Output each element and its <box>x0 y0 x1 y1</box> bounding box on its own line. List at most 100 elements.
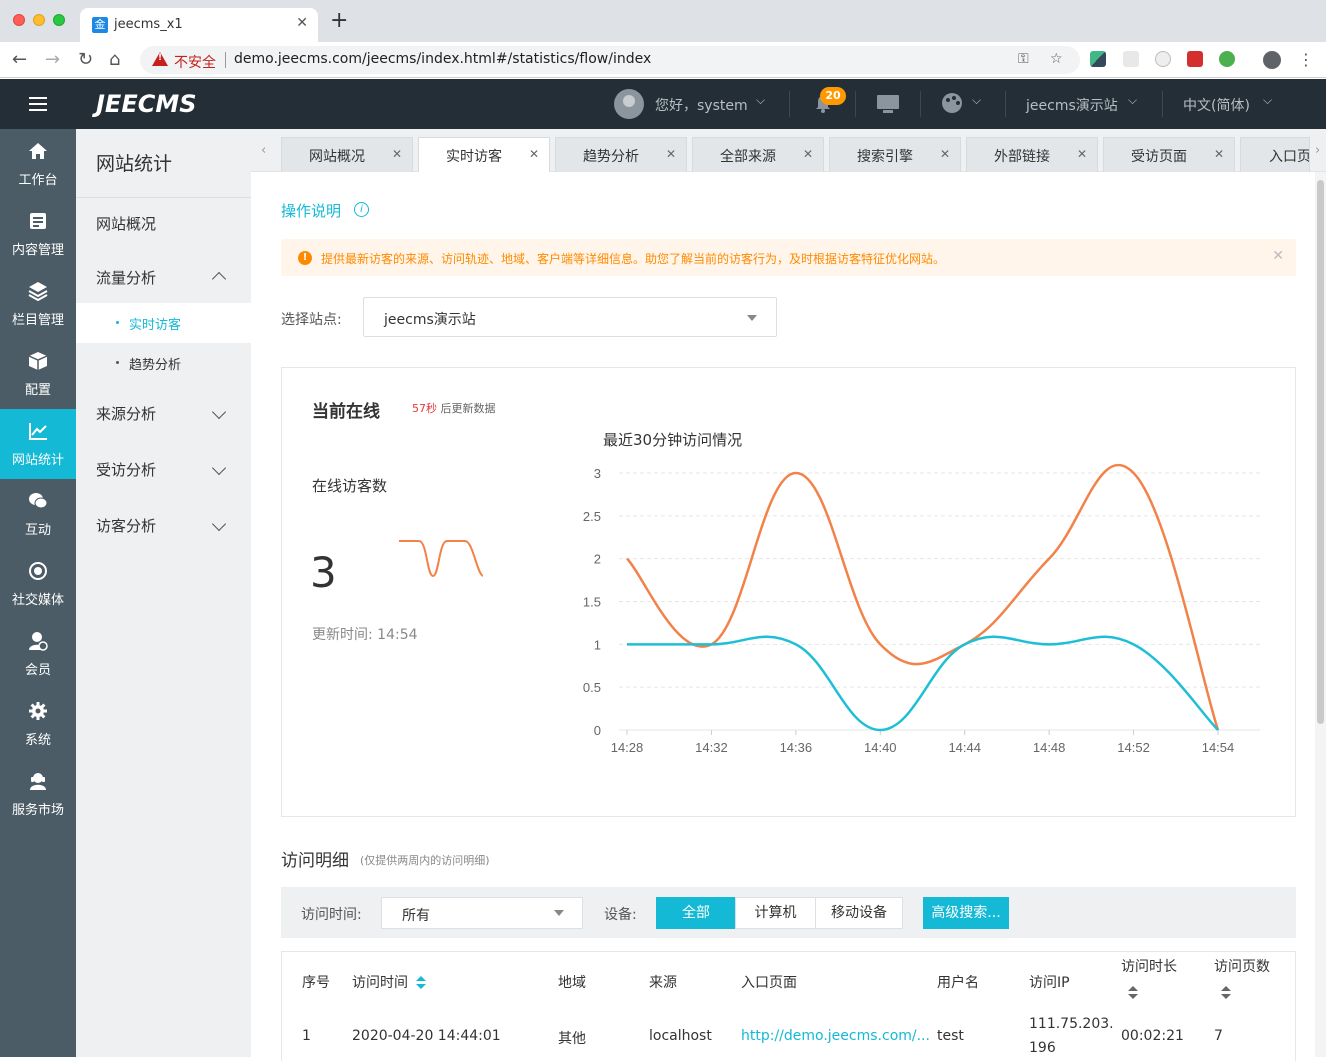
minimize-window-button[interactable] <box>33 14 45 26</box>
tabs-scroll-left-icon[interactable]: ‹ <box>261 143 266 158</box>
close-tab-icon[interactable]: ✕ <box>940 147 950 161</box>
gear-icon <box>29 702 47 720</box>
tab-overview[interactable]: 网站概况 ✕ <box>281 137 413 172</box>
close-tab-icon[interactable]: ✕ <box>666 147 676 161</box>
y-tick-label: 1.5 <box>583 595 601 610</box>
time-filter-label: 访问时间: <box>301 907 362 923</box>
rail-item-interaction[interactable]: 互动 <box>0 479 76 549</box>
user-greeting[interactable]: 您好，system <box>655 95 748 115</box>
column-header-time[interactable]: 访问时间 <box>352 972 408 992</box>
tab-entry-pages[interactable]: 入口页 <box>1240 137 1310 172</box>
column-header-duration[interactable]: 访问时长 <box>1121 956 1177 976</box>
vue-devtools-icon[interactable] <box>1090 51 1106 67</box>
tabs-scroll-right-icon[interactable]: › <box>1315 143 1320 158</box>
subnav-item-flow[interactable]: 流量分析 <box>96 267 156 288</box>
tab-trend[interactable]: 趋势分析 ✕ <box>555 137 687 172</box>
chevron-down-icon[interactable]: ⌵ <box>1128 93 1137 108</box>
page-scrollbar[interactable] <box>1315 172 1326 1057</box>
chevron-down-icon[interactable]: ⌵ <box>756 93 765 108</box>
close-icon[interactable]: ✕ <box>1272 248 1284 264</box>
rail-item-member[interactable]: 会员 <box>0 619 76 689</box>
fe-helper-icon[interactable] <box>1187 51 1203 67</box>
tab-all-sources[interactable]: 全部来源 ✕ <box>692 137 824 172</box>
close-tab-icon[interactable]: ✕ <box>529 147 539 161</box>
refresh-countdown: 57秒 后更新数据 <box>412 402 496 415</box>
rail-item-statistics[interactable]: 网站统计 <box>0 409 76 479</box>
subnav-item-source[interactable]: 来源分析 <box>96 403 156 424</box>
column-header: 入口页面 <box>741 975 797 991</box>
home-page-icon[interactable]: ⌂ <box>109 50 120 70</box>
advanced-search-button[interactable]: 高级搜索... <box>923 897 1009 929</box>
language-switcher[interactable]: 中文(简体) <box>1183 95 1250 115</box>
address-bar: ← → ↻ ⌂ 不安全 demo.jeecms.com/jeecms/index… <box>0 42 1326 78</box>
notification-badge: 20 <box>820 87 846 105</box>
close-tab-icon[interactable]: ✕ <box>1077 147 1087 161</box>
back-icon[interactable]: ← <box>12 50 27 70</box>
tab-external-links[interactable]: 外部链接 ✕ <box>966 137 1098 172</box>
browser-menu-icon[interactable]: ⋮ <box>1298 50 1314 70</box>
new-tab-button[interactable]: + <box>330 10 348 32</box>
subnav-item-visited[interactable]: 受访分析 <box>96 459 156 480</box>
forward-icon[interactable]: → <box>45 50 60 70</box>
chevron-down-icon[interactable]: ⌵ <box>1263 93 1272 108</box>
rail-item-config[interactable]: 配置 <box>0 339 76 409</box>
globe-extension-icon[interactable] <box>1219 51 1235 67</box>
monitor-icon[interactable] <box>877 95 899 113</box>
profile-icon[interactable] <box>1263 51 1281 69</box>
close-tab-icon[interactable]: ✕ <box>1214 147 1224 161</box>
rail-item-workbench[interactable]: 工作台 <box>0 129 76 199</box>
subnav-item-realtime[interactable]: 实时访客 <box>76 303 251 343</box>
tab-visited-pages[interactable]: 受访页面 ✕ <box>1103 137 1235 172</box>
maximize-window-button[interactable] <box>53 14 65 26</box>
rail-item-content[interactable]: 内容管理 <box>0 199 76 269</box>
close-window-button[interactable] <box>13 14 25 26</box>
palette-icon[interactable] <box>942 93 962 113</box>
menu-toggle-icon[interactable] <box>29 97 47 111</box>
caret-down-icon <box>747 315 757 321</box>
chevron-up-icon[interactable] <box>211 271 227 287</box>
info-icon[interactable]: i <box>354 202 369 217</box>
online-visitors-label: 在线访客数 <box>312 477 388 495</box>
y-tick-label: 0 <box>594 723 601 738</box>
chevron-down-icon[interactable] <box>211 516 227 532</box>
rail-item-market[interactable]: 服务市场 <box>0 759 76 829</box>
chevron-down-icon[interactable] <box>211 404 227 420</box>
avatar[interactable] <box>614 89 644 119</box>
sort-icon[interactable] <box>416 976 426 990</box>
subnav-item-visitor[interactable]: 访客分析 <box>96 515 156 536</box>
time-filter-select[interactable]: 所有 <box>381 897 583 929</box>
subnav-item-trend[interactable]: 趋势分析 <box>76 343 251 383</box>
close-tab-icon[interactable]: ✕ <box>392 147 402 161</box>
series-line-0 <box>626 463 1220 731</box>
key-icon[interactable]: ⚿ <box>1018 51 1029 67</box>
url-bar[interactable]: 不安全 demo.jeecms.com/jeecms/index.html#/s… <box>140 46 1080 74</box>
extension-icon[interactable] <box>1123 51 1139 67</box>
rail-item-social[interactable]: 社交媒体 <box>0 549 76 619</box>
tab-realtime[interactable]: 实时访客 ✕ <box>418 137 550 173</box>
close-tab-icon[interactable]: ✕ <box>296 15 308 31</box>
device-computer-button[interactable]: 计算机 <box>735 897 816 929</box>
browser-tab[interactable]: 金 jeecms_x1 ✕ <box>80 8 318 42</box>
rail-item-system[interactable]: 系统 <box>0 689 76 759</box>
extension-2-icon[interactable] <box>1155 51 1171 67</box>
close-tab-icon[interactable]: ✕ <box>803 147 813 161</box>
device-all-button[interactable]: 全部 <box>656 897 736 929</box>
entry-page-link[interactable]: http://demo.jeecms.com/... <box>741 1028 930 1044</box>
column-header-pages[interactable]: 访问页数 <box>1214 956 1270 976</box>
sort-icon[interactable] <box>1128 986 1138 1000</box>
chevron-down-icon[interactable] <box>211 460 227 476</box>
scrollbar-thumb[interactable] <box>1317 180 1324 724</box>
bookmark-star-icon[interactable]: ☆ <box>1050 51 1063 67</box>
device-mobile-button[interactable]: 移动设备 <box>815 897 903 929</box>
warning-icon <box>152 52 168 66</box>
subnav-item-overview[interactable]: 网站概况 <box>96 213 156 234</box>
site-select[interactable]: jeecms演示站 <box>363 297 777 337</box>
sort-icon[interactable] <box>1221 986 1231 1000</box>
help-link[interactable]: 操作说明 <box>281 200 341 221</box>
site-switcher[interactable]: jeecms演示站 <box>1026 95 1118 115</box>
tab-search-engine[interactable]: 搜索引擎 ✕ <box>829 137 961 172</box>
reload-icon[interactable]: ↻ <box>78 50 93 70</box>
url-text[interactable]: demo.jeecms.com/jeecms/index.html#/stati… <box>234 51 651 67</box>
rail-item-columns[interactable]: 栏目管理 <box>0 269 76 339</box>
chevron-down-icon[interactable]: ⌵ <box>972 93 981 108</box>
